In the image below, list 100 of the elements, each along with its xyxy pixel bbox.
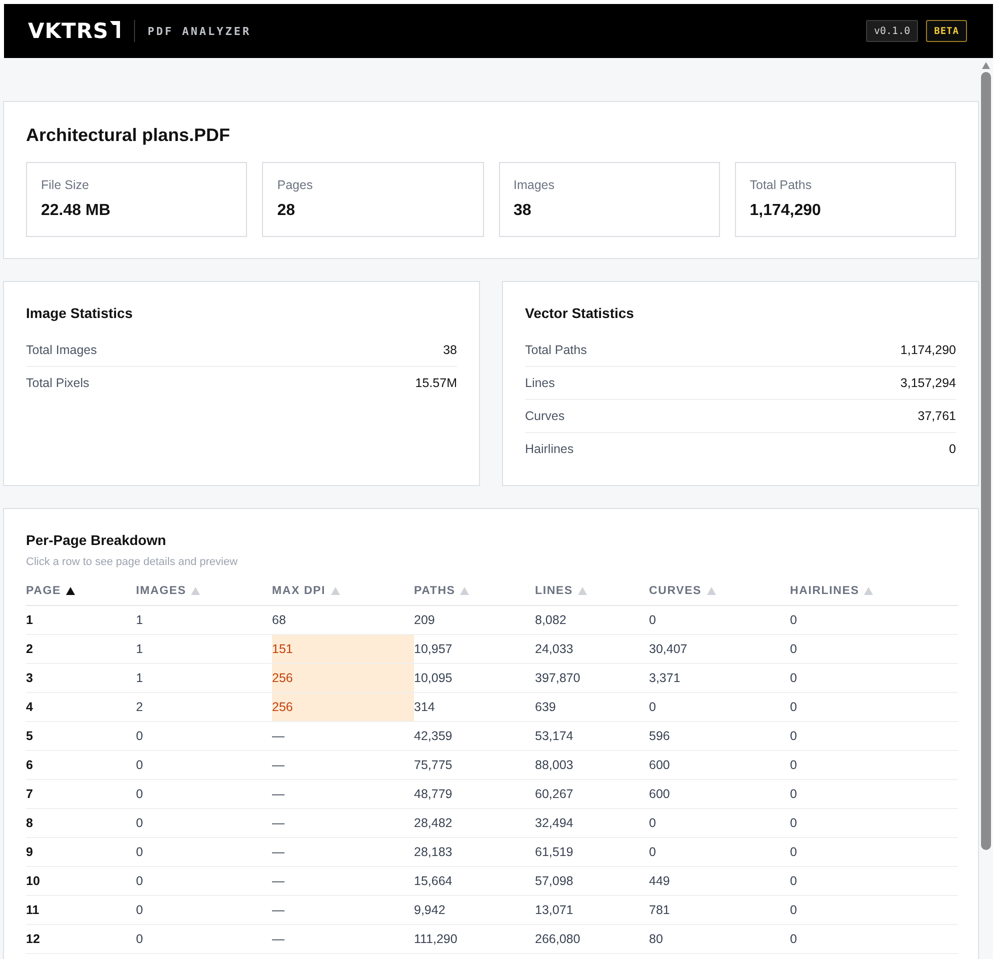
- logo-mark-icon: [110, 21, 120, 38]
- highlighted-cell: 256: [272, 664, 414, 692]
- beta-badge: BETA: [926, 20, 967, 42]
- table-cell: —: [272, 838, 414, 866]
- table-cell: 600: [649, 750, 790, 780]
- table-cell: 32,494: [535, 808, 649, 838]
- table-cell: 11: [26, 896, 136, 924]
- stat-value: 3,157,294: [900, 376, 956, 390]
- column-header[interactable]: MAX DPI: [272, 585, 340, 597]
- stat-label: Hairlines: [525, 442, 574, 456]
- stat-value: 1,174,290: [750, 201, 822, 221]
- column-header[interactable]: PATHS: [414, 585, 470, 597]
- table-cell: 397,870: [535, 664, 649, 692]
- table-cell: 24,033: [535, 634, 649, 664]
- table-cell: 209: [414, 606, 535, 634]
- stat-label: Pages: [277, 177, 314, 193]
- table-cell: 600: [649, 780, 790, 808]
- stat-label: Total Images: [26, 343, 97, 357]
- table-cell: 4: [26, 692, 136, 722]
- table-cell: 314: [414, 692, 535, 722]
- table-cell: 0: [790, 722, 958, 750]
- stat-label: Total Paths: [750, 177, 813, 193]
- table-cell: 0: [136, 808, 272, 838]
- column-header[interactable]: CURVES: [649, 585, 716, 597]
- stat-label: Images: [514, 177, 556, 193]
- table-cell: 111,290: [414, 924, 535, 954]
- table-cell: 1: [26, 606, 136, 634]
- stat-value: 0: [949, 442, 956, 456]
- highlighted-cell: 256: [272, 692, 414, 722]
- table-cell: 0: [136, 750, 272, 780]
- table-cell: 0: [790, 838, 958, 866]
- table-cell: 0: [790, 808, 958, 838]
- sort-arrow-icon[interactable]: [66, 587, 75, 595]
- column-header[interactable]: HAIRLINES: [790, 585, 874, 597]
- table-cell: 0: [790, 634, 958, 664]
- table-cell: 28,183: [414, 838, 535, 866]
- table-cell: 15,664: [414, 866, 535, 896]
- table-cell: 1: [136, 606, 272, 634]
- table-cell: 13,071: [535, 896, 649, 924]
- table-cell: 61,519: [535, 838, 649, 866]
- table-cell: 80: [649, 924, 790, 954]
- table-cell: 0: [136, 924, 272, 954]
- table-cell: 10: [26, 866, 136, 896]
- table-cell: 0: [790, 866, 958, 896]
- hint-text: Click a row to see page details and preview: [26, 555, 239, 569]
- table-cell: 7: [26, 780, 136, 808]
- table-cell: 0: [790, 896, 958, 924]
- table-cell: 0: [649, 808, 790, 838]
- table-cell: 781: [649, 896, 790, 924]
- table-cell: 0: [790, 750, 958, 780]
- stat-label: Total Pixels: [26, 376, 90, 390]
- stat-value: 22.48 MB: [41, 201, 112, 221]
- table-cell: 0: [136, 838, 272, 866]
- table-cell: 48,779: [414, 780, 535, 808]
- table-cell: —: [272, 722, 414, 750]
- column-header[interactable]: PAGE: [26, 585, 75, 597]
- logo-text: VKTRS: [28, 19, 109, 43]
- table-cell: 53,174: [535, 722, 649, 750]
- stat-value: 28: [277, 201, 296, 221]
- table-cell: 75,775: [414, 750, 535, 780]
- stat-value: 37,761: [918, 409, 956, 423]
- stat-label: File Size: [41, 177, 90, 193]
- table-cell: 9,942: [414, 896, 535, 924]
- table-cell: 0: [649, 692, 790, 722]
- version-badge: v0.1.0: [866, 20, 918, 42]
- table-cell: 266,080: [535, 924, 649, 954]
- table-cell: —: [272, 750, 414, 780]
- highlighted-cell: 151: [272, 634, 414, 664]
- table-cell: 0: [136, 722, 272, 750]
- card-title: Vector Statistics: [525, 304, 635, 322]
- table-cell: 0: [136, 780, 272, 808]
- table-cell: 6: [26, 750, 136, 780]
- table-cell: —: [272, 780, 414, 808]
- table-cell: 0: [790, 780, 958, 808]
- stat-value: 38: [514, 201, 532, 221]
- table-cell: —: [272, 808, 414, 838]
- column-header[interactable]: IMAGES: [136, 585, 200, 597]
- card-title: Per-Page Breakdown: [26, 531, 168, 549]
- scroll-up-icon[interactable]: [982, 62, 990, 69]
- scrollbar-thumb[interactable]: [981, 72, 991, 850]
- column-header[interactable]: LINES: [535, 585, 587, 597]
- stat-label: Curves: [525, 409, 565, 423]
- table-cell: 5: [26, 722, 136, 750]
- table-cell: 60,267: [535, 780, 649, 808]
- table-cell: 0: [790, 606, 958, 634]
- table-cell: 0: [790, 692, 958, 722]
- table-cell: 3,371: [649, 664, 790, 692]
- stat-value: 1,174,290: [900, 343, 956, 357]
- stat-label: Lines: [525, 376, 555, 390]
- stat-value: 15.57M: [415, 376, 457, 390]
- table-cell: —: [272, 866, 414, 896]
- table-cell: 28,482: [414, 808, 535, 838]
- table-cell: 0: [649, 606, 790, 634]
- table-cell: 0: [790, 924, 958, 954]
- table-cell: 9: [26, 838, 136, 866]
- table-cell: 596: [649, 722, 790, 750]
- table-cell: 0: [790, 664, 958, 692]
- table-cell: 30,407: [649, 634, 790, 664]
- app-name: PDF ANALYZER: [148, 24, 252, 38]
- table-cell: 0: [136, 896, 272, 924]
